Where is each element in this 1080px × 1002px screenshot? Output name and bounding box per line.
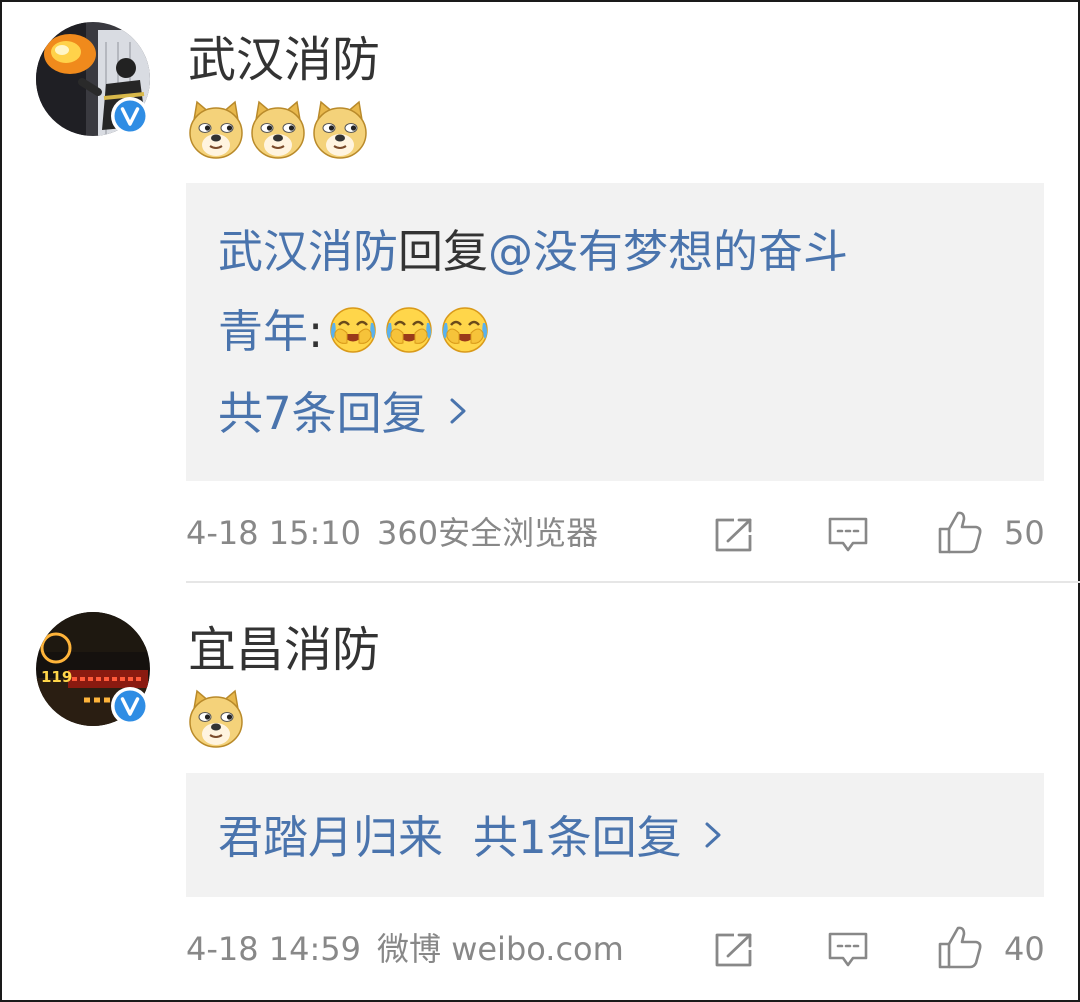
like-count: 40 — [1004, 930, 1045, 968]
laugh-cry-emoji-icon — [439, 303, 491, 355]
reply-mention[interactable]: @没有梦想的奋斗 — [488, 225, 848, 278]
laugh-cry-emoji-icon — [383, 303, 435, 355]
username[interactable]: 武汉消防 — [188, 36, 380, 84]
repost-icon[interactable] — [712, 515, 756, 555]
comment-meta: 4-18 15:10 360安全浏览器 — [186, 517, 598, 549]
timestamp: 4-18 14:59 — [186, 930, 362, 968]
reply-count-label[interactable]: 共7条回复 — [218, 387, 427, 440]
repost-icon[interactable] — [712, 930, 756, 970]
comment-icon[interactable] — [826, 515, 870, 555]
comment-meta: 4-18 14:59 微博 weibo.com — [186, 933, 624, 965]
reply-line-1: 武汉消防回复@没有梦想的奋斗 — [218, 229, 848, 274]
reply-author[interactable]: 君踏月归来 — [218, 811, 443, 864]
verified-badge-icon — [110, 96, 150, 136]
reply-count-label[interactable]: 共1条回复 — [473, 811, 682, 864]
doge-emoji-icon — [250, 100, 306, 160]
like-count: 50 — [1004, 514, 1045, 552]
chevron-right-icon[interactable] — [704, 821, 722, 849]
comment-icon[interactable] — [826, 930, 870, 970]
reply-colon: : — [308, 305, 324, 358]
like-icon[interactable] — [936, 508, 984, 556]
avatar-sign: 119 — [41, 668, 72, 686]
verified-badge-icon — [110, 686, 150, 726]
source: 微博 weibo.com — [377, 930, 624, 968]
reply-author[interactable]: 武汉消防 — [218, 225, 398, 278]
laugh-cry-emoji-icon — [327, 303, 379, 355]
reply-preview-box[interactable]: 武汉消防回复@没有梦想的奋斗 青年: 共7条回复 — [186, 183, 1044, 481]
doge-emoji-icon — [188, 100, 244, 160]
source: 360安全浏览器 — [377, 514, 599, 552]
doge-emoji-icon — [312, 100, 368, 160]
username[interactable]: 宜昌消防 — [188, 626, 380, 674]
timestamp: 4-18 15:10 — [186, 514, 362, 552]
like-icon[interactable] — [936, 923, 984, 971]
doge-emoji-icon — [188, 689, 244, 749]
view-replies-link[interactable]: 共7条回复 — [218, 391, 467, 436]
reply-preview-box[interactable]: 君踏月归来 共1条回复 — [186, 773, 1044, 897]
reply-line-2: 青年: — [218, 303, 491, 355]
comment-divider — [186, 581, 1080, 583]
reply-mention-continued[interactable]: 青年 — [218, 305, 308, 358]
chevron-right-icon — [449, 397, 467, 425]
reply-verb: 回复 — [398, 225, 489, 278]
reply-line-1: 君踏月归来 共1条回复 — [218, 815, 722, 860]
